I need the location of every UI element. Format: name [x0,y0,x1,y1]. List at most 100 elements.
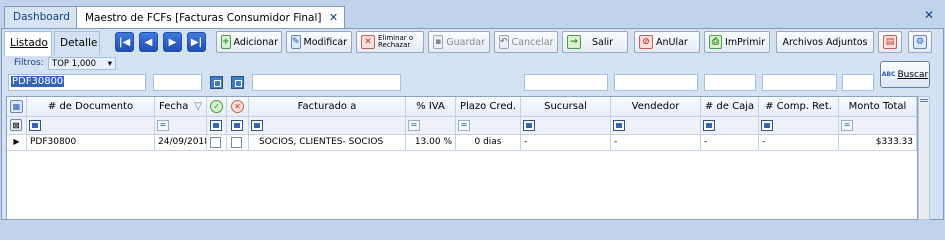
header-comp-ret[interactable]: # Comp. Ret. [759,97,839,117]
modificar-button[interactable]: ✎ Modificar [286,31,352,53]
first-record-button[interactable]: |◀ [115,32,134,52]
cell-comp-ret[interactable]: - [759,135,839,151]
cell-plazo[interactable]: 0 dias [456,135,521,151]
cancelar-button[interactable]: ↶ Cancelar [494,31,558,53]
cell-iva[interactable]: 13.00 % [406,135,456,151]
header-plazo[interactable]: Plazo Cred. [456,97,521,117]
filter-op-documento[interactable] [27,117,155,135]
cell-caja[interactable]: - [701,135,759,151]
prev-record-icon: ◀ [144,36,153,48]
facturado-filter-input[interactable] [252,74,401,91]
last-record-button[interactable]: ▶| [187,32,206,52]
cell-status-1[interactable] [207,135,227,151]
next-record-button[interactable]: ▶ [163,32,182,52]
filter-op-facturado[interactable] [249,117,406,135]
fecha-filter-input[interactable] [153,74,202,91]
documento-filter-input[interactable]: PDF30800 [8,74,146,91]
filter-op-monto-value: = [841,120,853,131]
cell-facturado[interactable]: SOCIOS, CLIENTES- SOCIOS [249,135,406,151]
caja-filter-input[interactable] [704,74,756,91]
prev-record-button[interactable]: ◀ [139,32,158,52]
imprimir-button[interactable]: ⎙ ImPrimir [704,31,770,53]
delete-icon: ✕ [361,35,375,49]
filter-toggle-2[interactable] [231,76,244,89]
status-2-checkbox[interactable] [231,137,242,148]
buscar-button[interactable]: ABC Buscar [880,61,930,88]
header-vendedor-label: Vendedor [631,101,680,112]
header-fecha[interactable]: Fecha ▽ [155,97,207,117]
cell-documento[interactable]: PDF30800 [27,135,155,151]
tab-maestro-fcfs-label: Maestro de FCFs [Facturas Consumidor Fin… [85,12,322,24]
modificar-label: Modificar [303,36,348,48]
tab-dashboard[interactable]: Dashboard [4,6,77,28]
filter-op-facturado-icon [251,120,263,131]
last-record-icon: ▶| [190,36,203,48]
monto-filter-input[interactable] [842,74,874,91]
header-facturado-label: Facturado a [297,101,357,112]
anular-button[interactable]: ⊘ AnUlar [634,31,700,53]
filter-row-toggle[interactable]: ⊠ [7,117,27,135]
filter-op-status-2[interactable] [227,117,249,135]
header-sucursal[interactable]: Sucursal [521,97,611,117]
header-status-2[interactable]: ✕ [227,97,249,117]
filter-op-fecha[interactable]: = [155,117,207,135]
filter-op-caja-icon [703,120,715,131]
guardar-button[interactable]: ▪ Guardar [428,31,490,53]
cell-status-2[interactable] [227,135,249,151]
filter-op-iva[interactable]: = [406,117,456,135]
settings-button[interactable]: ⚙ [908,31,932,53]
edit-icon: ✎ [291,35,301,49]
cell-fecha[interactable]: 24/09/2018 [155,135,207,151]
filter-op-status-1[interactable] [207,117,227,135]
tab-detalle[interactable]: Detalle [54,31,100,55]
close-window-icon[interactable]: ✕ [924,8,934,22]
salir-button[interactable]: → Salir [562,31,628,53]
scroll-up-icon [920,99,928,102]
archivos-adjuntos-button[interactable]: Archivos Adjuntos [776,31,874,53]
export-button[interactable]: ▤ [878,31,902,53]
vendedor-filter-input[interactable] [614,74,698,91]
header-iva[interactable]: % IVA [406,97,456,117]
cell-vendedor[interactable]: - [611,135,701,151]
header-status-1[interactable]: ✓ [207,97,227,117]
filter-op-comp-ret[interactable] [759,117,839,135]
documento-filter-value: PDF30800 [11,76,65,87]
top-records-select[interactable]: TOP 1,000 ▾ [48,57,116,70]
cell-monto[interactable]: $333.33 [839,135,917,151]
filter-op-plazo-value: = [458,120,470,131]
undo-icon: ↶ [499,35,509,49]
filter-op-monto[interactable]: = [839,117,917,135]
sucursal-filter-input[interactable] [524,74,608,91]
filter-op-plazo[interactable]: = [456,117,521,135]
close-tab-icon[interactable]: ✕ [329,11,338,24]
eliminar-label-2: Rechazar [378,41,411,49]
cell-sucursal[interactable]: - [521,135,611,151]
adicionar-button[interactable]: + Adicionar [216,31,282,53]
filter-toggle-1[interactable] [210,76,223,89]
eliminar-button[interactable]: ✕ Eliminar o Rechazar [356,31,424,53]
header-iva-label: % IVA [416,101,445,112]
status-1-checkbox[interactable] [210,137,221,148]
filter-op-iva-value: = [408,120,420,131]
header-vendedor[interactable]: Vendedor [611,97,701,117]
filter-op-sucursal[interactable] [521,117,611,135]
header-documento[interactable]: # de Documento [27,97,155,117]
filter-op-caja[interactable] [701,117,759,135]
header-monto[interactable]: Monto Total [839,97,917,117]
tab-listado[interactable]: Listado [4,31,52,56]
tab-maestro-fcfs[interactable]: Maestro de FCFs [Facturas Consumidor Fin… [76,6,346,29]
add-icon: + [221,35,231,49]
column-chooser[interactable]: ▦ [7,97,27,117]
header-facturado[interactable]: Facturado a [249,97,406,117]
header-fecha-label: Fecha [159,101,189,112]
buscar-label: Buscar [897,69,929,80]
comp-ret-filter-input[interactable] [762,74,837,91]
header-plazo-label: Plazo Cred. [459,101,517,112]
first-record-icon: |◀ [118,36,131,48]
filter-op-vendedor[interactable] [611,117,701,135]
check-icon: ✓ [210,100,223,113]
vertical-scrollbar[interactable] [918,96,930,220]
guardar-label: Guardar [446,36,485,48]
header-caja[interactable]: # de Caja [701,97,759,117]
print-icon: ⎙ [709,35,723,49]
